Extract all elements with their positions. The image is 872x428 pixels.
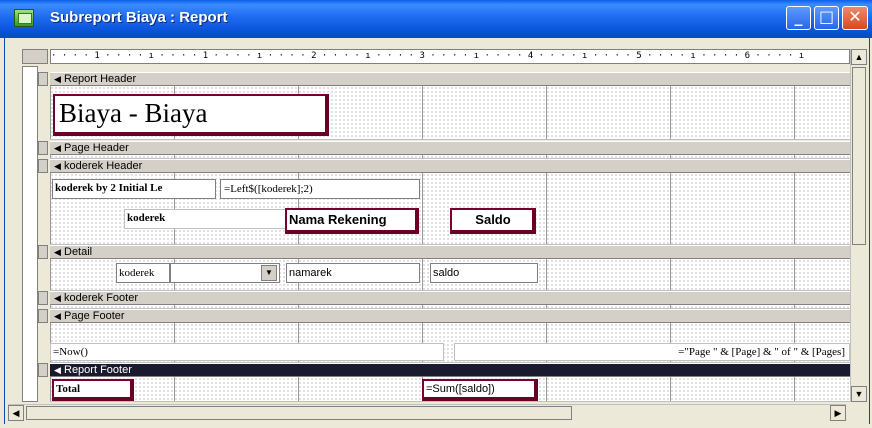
section-label: Page Footer	[64, 310, 125, 322]
page-footer-selector[interactable]	[38, 309, 48, 323]
maximize-button[interactable]: □	[814, 6, 839, 30]
now-textbox[interactable]: =Now()	[50, 343, 444, 361]
section-arrow-icon: ◀	[54, 74, 61, 84]
section-label: Report Footer	[64, 364, 132, 376]
report-header-selector[interactable]	[38, 72, 48, 86]
report-design-window: Subreport Biaya : Report _ □ ✕ · · · · 1…	[0, 0, 872, 428]
report-selector[interactable]	[22, 49, 48, 64]
horizontal-ruler: · · · · 1 · · · · ı · · · · 1 · · · · ı …	[50, 49, 850, 64]
section-arrow-icon: ◀	[54, 293, 61, 303]
saldo-column-label[interactable]: Saldo	[450, 208, 536, 234]
sum-saldo-textbox[interactable]: =Sum([saldo])	[422, 379, 538, 401]
scroll-right-icon[interactable]: ▶	[830, 405, 846, 421]
scroll-up-icon[interactable]: ▲	[851, 49, 867, 65]
page-number-textbox[interactable]: ="Page " & [Page] & " of " & [Pages]	[454, 343, 850, 361]
koderek-header-area[interactable]: koderek by 2 Initial Le =Left$([koderek]…	[50, 173, 850, 245]
group-by-label[interactable]: koderek by 2 Initial Le	[52, 179, 216, 199]
vertical-scroll-thumb[interactable]	[852, 67, 866, 245]
section-arrow-icon: ◀	[54, 161, 61, 171]
section-page-footer[interactable]: ◀ Page Footer	[50, 309, 850, 323]
detail-area[interactable]: koderek ▼ namarek saldo	[50, 259, 850, 291]
report-footer-selector[interactable]	[38, 363, 48, 377]
section-koderek-header[interactable]: ◀ koderek Header	[50, 159, 850, 173]
section-report-header[interactable]: ◀ Report Header	[50, 72, 850, 86]
section-arrow-icon: ◀	[54, 311, 61, 321]
report-footer-area[interactable]: Total =Sum([saldo])	[50, 377, 850, 402]
report-icon	[14, 9, 34, 27]
vertical-ruler	[22, 66, 38, 402]
section-label: Detail	[64, 246, 93, 258]
report-title-label[interactable]: Biaya - Biaya	[53, 94, 329, 136]
page-footer-area[interactable]: =Now() ="Page " & [Page] & " of " & [Pag…	[50, 323, 850, 363]
namarek-textbox[interactable]: namarek	[286, 263, 420, 283]
koderek-footer-selector[interactable]	[38, 291, 48, 305]
section-koderek-footer[interactable]: ◀ koderek Footer	[50, 291, 850, 305]
section-label: koderek Footer	[64, 292, 138, 304]
section-arrow-icon: ◀	[54, 143, 61, 153]
maximize-icon: □	[818, 7, 835, 26]
section-page-header[interactable]: ◀ Page Header	[50, 141, 850, 155]
scroll-down-icon[interactable]: ▼	[851, 386, 867, 402]
koderek-column-label[interactable]: koderek	[124, 209, 286, 229]
report-header-area[interactable]: Biaya - Biaya	[50, 86, 850, 140]
saldo-textbox[interactable]: saldo	[430, 263, 538, 283]
page-header-selector[interactable]	[38, 141, 48, 155]
minimize-icon: _	[794, 7, 803, 26]
vertical-scrollbar[interactable]: ▲ ▼	[850, 49, 867, 402]
section-arrow-icon: ◀	[54, 365, 61, 375]
close-icon: ✕	[848, 7, 862, 26]
close-button[interactable]: ✕	[842, 6, 868, 30]
title-bar[interactable]: Subreport Biaya : Report _ □ ✕	[0, 0, 872, 38]
section-label: koderek Header	[64, 160, 143, 172]
ruler-text: · · · · 1 · · · · ı · · · · 1 · · · · ı …	[51, 51, 805, 61]
koderek-combobox[interactable]: ▼	[170, 263, 280, 283]
window-title: Subreport Biaya : Report	[50, 9, 228, 26]
koderek-header-selector[interactable]	[38, 159, 48, 173]
horizontal-scrollbar[interactable]: ◀ ▶	[8, 404, 846, 421]
section-arrow-icon: ◀	[54, 247, 61, 257]
koderek-combobox-label[interactable]: koderek	[116, 263, 170, 283]
minimize-button[interactable]: _	[786, 6, 811, 30]
horizontal-scroll-thumb[interactable]	[26, 406, 572, 420]
section-detail[interactable]: ◀ Detail	[50, 245, 850, 259]
section-label: Report Header	[64, 73, 137, 85]
detail-selector[interactable]	[38, 245, 48, 259]
scroll-left-icon[interactable]: ◀	[8, 405, 24, 421]
dropdown-arrow-icon[interactable]: ▼	[261, 265, 277, 281]
section-report-footer[interactable]: ◀ Report Footer	[50, 363, 850, 377]
total-label[interactable]: Total	[52, 379, 134, 401]
nama-rekening-label[interactable]: Nama Rekening	[285, 208, 419, 234]
section-label: Page Header	[64, 142, 129, 154]
group-expression-textbox[interactable]: =Left$([koderek];2)	[220, 179, 420, 199]
